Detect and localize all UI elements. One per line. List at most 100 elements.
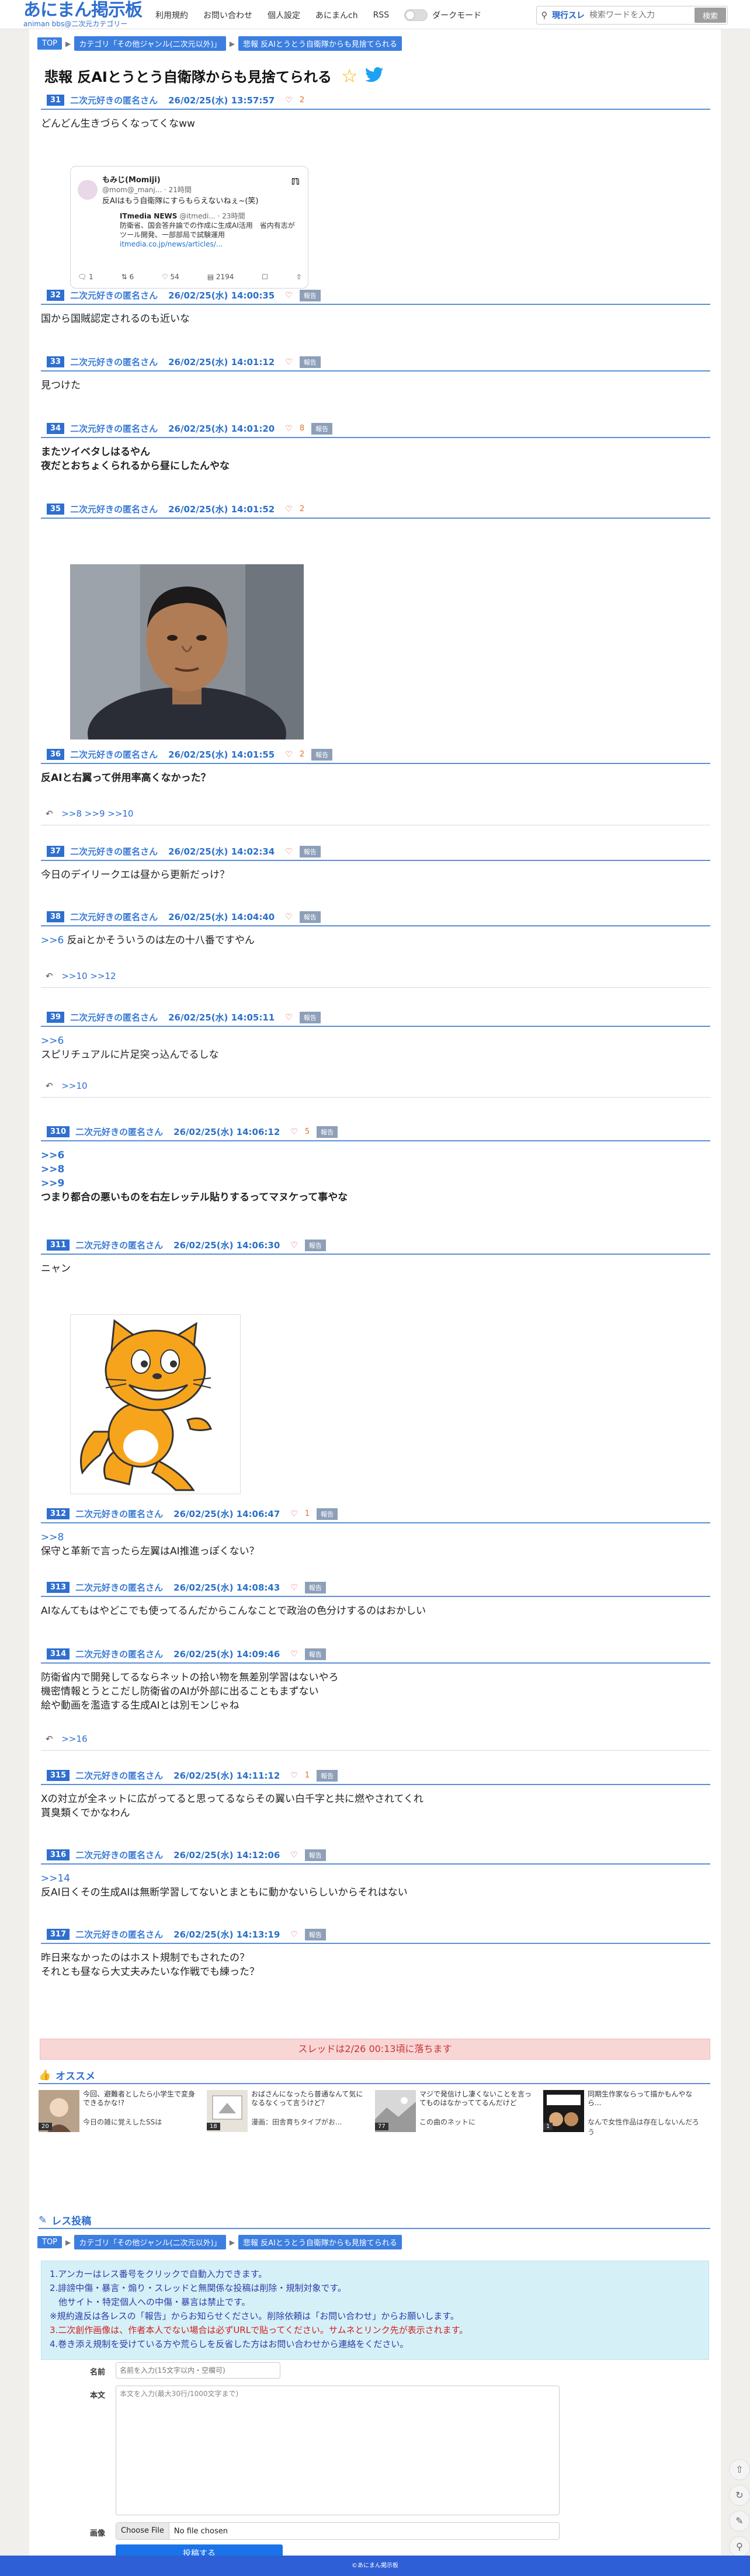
post-date: 26/02/25(水) 14:01:52 <box>168 504 275 515</box>
like-heart-icon[interactable]: ♡ <box>290 1241 298 1250</box>
nav-animanch[interactable]: あにまんch <box>315 9 358 21</box>
reply-anchor-links[interactable]: >>10 >>12 <box>61 971 116 981</box>
nav-settings[interactable]: 個人設定 <box>268 9 300 21</box>
nav-contact[interactable]: お問い合わせ <box>203 9 252 21</box>
recommend-item[interactable]: 今回、避難者としたら小学生で変身できるかな!? 今日の雑に覚えしたSSは 20 <box>39 2090 201 2132</box>
choose-file-button[interactable]: Choose File <box>116 2523 169 2539</box>
breadcrumb-top[interactable]: TOP <box>37 2236 62 2248</box>
site-logo[interactable]: あにまん掲示板 animan bbs@二次元カテゴリー <box>23 1 143 29</box>
report-button[interactable]: 報告 <box>299 1011 321 1023</box>
post-number[interactable]: 310 <box>47 1126 70 1137</box>
bookmark-icon[interactable]: ☐ <box>262 273 268 281</box>
report-button[interactable]: 報告 <box>317 1508 338 1520</box>
write-icon[interactable]: ✎ <box>729 2511 750 2532</box>
like-heart-icon[interactable]: ♡ <box>285 96 293 105</box>
post-number[interactable]: 315 <box>47 1770 70 1781</box>
like-heart-icon[interactable]: ♡ <box>290 1771 298 1780</box>
recommend-item[interactable]: マジで発信けし凄くないことを言ってものはなかっててるんだけど この曲のネットに … <box>375 2090 537 2132</box>
report-button[interactable]: 報告 <box>299 911 321 923</box>
like-heart-icon[interactable]: ♡ <box>285 1013 293 1022</box>
post-number[interactable]: 311 <box>47 1240 70 1251</box>
post-number[interactable]: 36 <box>47 749 65 760</box>
like-heart-icon[interactable]: ♡ <box>285 357 293 367</box>
report-button[interactable]: 報告 <box>311 422 333 435</box>
like-icon[interactable]: ♡ 54 <box>162 273 179 281</box>
post-number[interactable]: 35 <box>47 504 65 515</box>
recommend-item[interactable]: おばさんになったら普通なんて気になるなくって言うけど？ 漫画：田舎育ちタイプがお… <box>207 2090 369 2132</box>
post-number[interactable]: 37 <box>47 846 65 857</box>
like-heart-icon[interactable]: ♡ <box>290 1583 298 1592</box>
like-heart-icon[interactable]: ♡ <box>290 1509 298 1519</box>
report-button[interactable]: 報告 <box>304 1648 326 1660</box>
post-number[interactable]: 317 <box>47 1929 70 1940</box>
reply-anchor-links[interactable]: >>16 <box>61 1734 87 1744</box>
like-heart-icon[interactable]: ♡ <box>290 1851 298 1860</box>
scroll-top-icon[interactable]: ⇧ <box>729 2459 750 2480</box>
nav-terms[interactable]: 利用規約 <box>155 9 188 21</box>
like-heart-icon[interactable]: ♡ <box>285 505 293 514</box>
post-number[interactable]: 33 <box>47 356 65 367</box>
report-button[interactable]: 報告 <box>311 748 333 761</box>
retweet-icon[interactable]: ⇅ 6 <box>121 273 134 281</box>
breadcrumb-category[interactable]: カテゴリ「その他ジャンル(二次元以外)」 <box>74 2235 226 2249</box>
refresh-icon[interactable]: ↻ <box>729 2485 750 2506</box>
anchor-link[interactable]: >>9 <box>41 1176 710 1190</box>
post-number[interactable]: 32 <box>47 290 65 301</box>
breadcrumb-category[interactable]: カテゴリ「その他ジャンル(二次元以外)」 <box>74 36 226 51</box>
name-field[interactable] <box>116 2362 280 2379</box>
search-float-icon[interactable]: ⚲ <box>729 2536 750 2557</box>
quote-link[interactable]: itmedia.co.jp/news/articles/... <box>120 239 301 249</box>
like-heart-icon[interactable]: ♡ <box>290 1930 298 1939</box>
report-button[interactable]: 報告 <box>304 1239 326 1251</box>
report-button[interactable]: 報告 <box>304 1849 326 1861</box>
reply-icon[interactable]: 🗨 1 <box>78 273 93 281</box>
report-button[interactable]: 報告 <box>317 1126 338 1138</box>
like-heart-icon[interactable]: ♡ <box>285 912 293 922</box>
report-button[interactable]: 報告 <box>304 1928 326 1940</box>
favorite-star-icon[interactable]: ☆ <box>341 67 358 85</box>
breadcrumb-thread[interactable]: 悲報 反AIとうとう自衛隊からも見捨てられる <box>238 2235 402 2249</box>
post-number[interactable]: 31 <box>47 95 65 106</box>
search-input[interactable] <box>589 11 677 20</box>
body-textarea[interactable]: 本文を入力(最大30行/1000文字まで) <box>116 2386 560 2515</box>
post-number[interactable]: 38 <box>47 911 65 922</box>
like-heart-icon[interactable]: ♡ <box>285 847 293 856</box>
tweet-embed[interactable]: もみじ(Momiji) @mom@_manj... · 21時間 反AIはもう自… <box>70 166 308 289</box>
nav-rss[interactable]: RSS <box>373 11 390 20</box>
twitter-share-icon[interactable] <box>364 67 384 85</box>
image-file-input[interactable]: Choose File No file chosen <box>116 2522 560 2540</box>
report-button[interactable]: 報告 <box>299 289 321 301</box>
like-heart-icon[interactable]: ♡ <box>285 750 293 759</box>
report-button[interactable]: 報告 <box>299 845 321 857</box>
search-button[interactable]: 検索 <box>695 8 726 23</box>
post-cat-image[interactable] <box>70 1314 241 1494</box>
anchor-link[interactable]: >>6 <box>41 1034 710 1048</box>
post-number[interactable]: 316 <box>47 1849 70 1860</box>
dark-mode-toggle[interactable] <box>404 9 428 21</box>
anchor-link[interactable]: >>14 <box>41 1872 710 1886</box>
like-heart-icon[interactable]: ♡ <box>290 1650 298 1659</box>
recommend-item[interactable]: 同期生作家ならって描かもんやなら... なんで女性作品は存在しないんだろう 1 <box>543 2090 706 2136</box>
reply-anchor-links[interactable]: >>10 <box>61 1081 87 1091</box>
breadcrumb-thread[interactable]: 悲報 反AIとうとう自衛隊からも見捨てられる <box>238 36 402 51</box>
like-heart-icon[interactable]: ♡ <box>285 291 293 300</box>
search-scope-select[interactable]: 現行スレ <box>552 9 585 21</box>
post-number[interactable]: 39 <box>47 1012 65 1023</box>
anchor-link[interactable]: >>8 <box>41 1162 710 1176</box>
post-number[interactable]: 313 <box>47 1582 70 1593</box>
anchor-link[interactable]: >>8 <box>41 1530 710 1544</box>
like-heart-icon[interactable]: ♡ <box>290 1127 298 1137</box>
post-number[interactable]: 34 <box>47 423 65 434</box>
report-button[interactable]: 報告 <box>304 1581 326 1593</box>
anchor-link[interactable]: >>6 <box>41 935 64 946</box>
anchor-link[interactable]: >>6 <box>41 1148 710 1162</box>
post-number[interactable]: 312 <box>47 1508 70 1519</box>
breadcrumb-top[interactable]: TOP <box>37 37 62 50</box>
share-icon[interactable]: ⇧ <box>296 273 302 281</box>
report-button[interactable]: 報告 <box>299 356 321 368</box>
reply-anchor-links[interactable]: >>8 >>9 >>10 <box>61 808 133 819</box>
post-number[interactable]: 314 <box>47 1648 70 1660</box>
report-button[interactable]: 報告 <box>317 1769 338 1782</box>
post-photo[interactable] <box>70 564 304 740</box>
like-heart-icon[interactable]: ♡ <box>285 424 293 433</box>
